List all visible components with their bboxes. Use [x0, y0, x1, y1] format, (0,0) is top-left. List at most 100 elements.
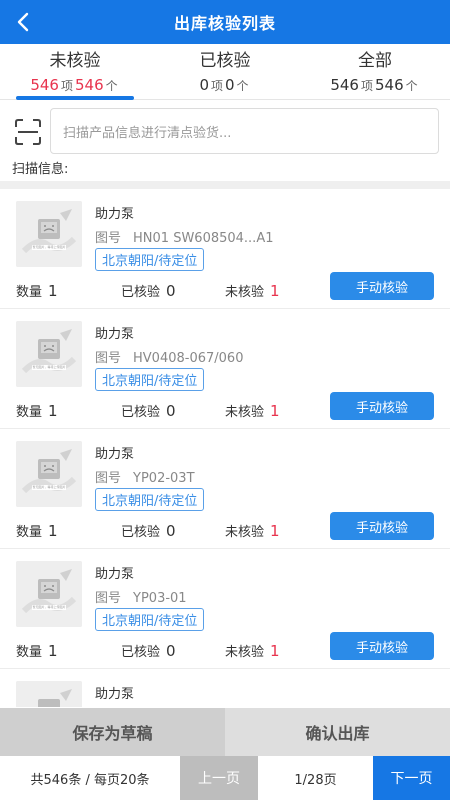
- product-name: 助力泵: [95, 687, 135, 702]
- location-tag: 北京朝阳/待定位: [95, 608, 205, 631]
- confirm-outbound-button[interactable]: 确认出库: [225, 708, 450, 756]
- unchecked-value: 1: [270, 402, 280, 420]
- checked-value: 0: [166, 402, 176, 420]
- checked-count: 已核验 0: [121, 521, 176, 540]
- tab-label: 已核验: [199, 51, 251, 71]
- tab-counts: 0项0个: [199, 74, 250, 96]
- product-name: 助力泵: [95, 327, 135, 342]
- scan-icon-glyph: [15, 119, 41, 145]
- quantity-label: 数量: [16, 285, 43, 300]
- unchecked-label: 未核验: [225, 645, 265, 660]
- list-item: 暂无图片，等待上传图片 助力泵 图号 HN01 SW608504...A1 北京朝…: [0, 189, 450, 309]
- quantity: 数量 1: [16, 401, 58, 420]
- chevron-left-icon: [17, 12, 29, 32]
- manual-verify-button[interactable]: 手动核验: [330, 512, 434, 540]
- manual-verify-button[interactable]: 手动核验: [330, 392, 434, 420]
- image-placeholder-caption: 暂无图片，等待上传图片: [32, 485, 66, 489]
- unchecked-count: 未核验 1: [225, 281, 280, 300]
- manual-verify-button[interactable]: 手动核验: [330, 632, 434, 660]
- unchecked-count: 未核验 1: [225, 641, 280, 660]
- product-image-placeholder: 暂无图片，等待上传图片: [16, 441, 82, 507]
- list-item: 助力泵: [0, 669, 450, 707]
- quantity-value: 1: [48, 522, 58, 540]
- section-divider: [0, 181, 450, 189]
- list-item: 暂无图片，等待上传图片 助力泵 图号 HV0408-067/060 北京朝阳/待定…: [0, 309, 450, 429]
- image-placeholder-caption: 暂无图片，等待上传图片: [32, 245, 66, 249]
- item-count: 546: [30, 76, 59, 94]
- image-placeholder-icon: [16, 681, 82, 707]
- location-tag: 北京朝阳/待定位: [95, 248, 205, 271]
- unchecked-value: 1: [270, 282, 280, 300]
- tab-all[interactable]: 全部 546 项 546 个: [300, 44, 450, 99]
- scan-icon[interactable]: [14, 118, 42, 146]
- product-name: 助力泵: [95, 567, 135, 582]
- active-tab-indicator: [16, 96, 134, 100]
- image-placeholder-caption: 暂无图片，等待上传图片: [32, 365, 66, 369]
- quantity: 数量 1: [16, 641, 58, 660]
- item-count: 0: [199, 76, 209, 94]
- pagination: 共546条 / 每页20条 上一页 1/28页 下一页: [0, 756, 450, 800]
- tab-checked[interactable]: 已核验 0项0个: [150, 44, 300, 99]
- location-tag: 北京朝阳/待定位: [95, 368, 205, 391]
- checked-count: 已核验 0: [121, 401, 176, 420]
- save-draft-button[interactable]: 保存为草稿: [0, 708, 225, 756]
- quantity: 数量 1: [16, 521, 58, 540]
- page-indicator: 1/28页: [294, 772, 337, 788]
- piece-count: 0: [225, 76, 235, 94]
- checked-label: 已核验: [121, 285, 161, 300]
- drawing-label: 图号: [95, 591, 122, 606]
- quantity-label: 数量: [16, 525, 43, 540]
- drawing-number: 图号 HV0408-067/060: [95, 347, 243, 366]
- scan-input[interactable]: 扫描产品信息进行清点验货...: [50, 108, 439, 154]
- manual-verify-button[interactable]: 手动核验: [330, 272, 434, 300]
- product-name: 助力泵: [95, 447, 135, 462]
- drawing-label: 图号: [95, 351, 122, 366]
- image-placeholder-icon: [16, 321, 82, 387]
- image-placeholder-icon: [16, 441, 82, 507]
- product-list[interactable]: 暂无图片，等待上传图片 助力泵 图号 HN01 SW608504...A1 北京朝…: [0, 189, 450, 707]
- pagination-summary: 共546条 / 每页20条: [30, 772, 150, 788]
- drawing-value: YP03-01: [133, 591, 187, 606]
- product-image-placeholder: 暂无图片，等待上传图片: [16, 321, 82, 387]
- item-unit: 项: [360, 79, 373, 93]
- unchecked-label: 未核验: [225, 405, 265, 420]
- tab-counts: 546 项 546 个: [330, 74, 419, 96]
- location-tag: 北京朝阳/待定位: [95, 488, 205, 511]
- checked-value: 0: [166, 522, 176, 540]
- image-placeholder-icon: [16, 561, 82, 627]
- image-placeholder-caption: 暂无图片，等待上传图片: [32, 605, 66, 609]
- checked-label: 已核验: [121, 645, 161, 660]
- quantity-label: 数量: [16, 405, 43, 420]
- back-button[interactable]: [10, 8, 36, 36]
- scan-row: 扫描产品信息进行清点验货...: [0, 106, 450, 158]
- scan-info-label: 扫描信息:: [12, 162, 69, 177]
- piece-unit: 个: [236, 79, 249, 93]
- checked-count: 已核验 0: [121, 641, 176, 660]
- tab-unchecked[interactable]: 未核验 546 项 546 个: [0, 44, 150, 100]
- app-header: 出库核验列表: [0, 0, 450, 44]
- item-count: 546: [330, 76, 359, 94]
- piece-count: 546: [75, 76, 104, 94]
- quantity-value: 1: [48, 282, 58, 300]
- page-title: 出库核验列表: [173, 14, 276, 33]
- unchecked-value: 1: [270, 522, 280, 540]
- quantity-label: 数量: [16, 645, 43, 660]
- product-image-placeholder: [16, 681, 82, 707]
- product-image-placeholder: 暂无图片，等待上传图片: [16, 561, 82, 627]
- checked-label: 已核验: [121, 405, 161, 420]
- list-item: 暂无图片，等待上传图片 助力泵 图号 YP03-01 北京朝阳/待定位 数量 1 已…: [0, 549, 450, 669]
- status-tabs: 未核验 546 项 546 个 已核验 0项0个 全部 546 项 546 个: [0, 44, 450, 100]
- prev-page-button[interactable]: 上一页: [180, 756, 258, 800]
- piece-unit: 个: [105, 79, 118, 93]
- drawing-number: 图号 YP03-01: [95, 587, 187, 606]
- item-unit: 项: [60, 79, 73, 93]
- checked-value: 0: [166, 642, 176, 660]
- drawing-label: 图号: [95, 471, 122, 486]
- item-unit: 项: [210, 79, 223, 93]
- tab-label: 全部: [358, 51, 392, 71]
- drawing-value: HV0408-067/060: [133, 351, 244, 366]
- product-name: 助力泵: [95, 207, 135, 222]
- checked-label: 已核验: [121, 525, 161, 540]
- bottom-actions: 保存为草稿 确认出库: [0, 708, 450, 756]
- next-page-button[interactable]: 下一页: [373, 756, 450, 800]
